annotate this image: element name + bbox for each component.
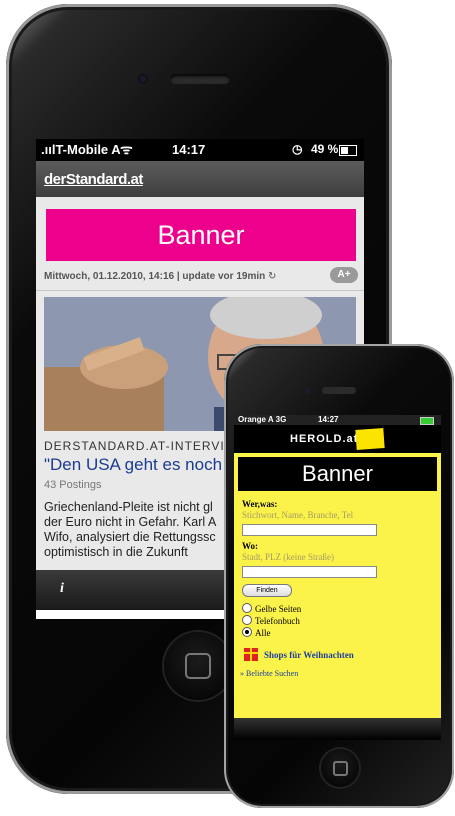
radio-option-telefonbuch[interactable]: Telefonbuch — [242, 615, 300, 626]
earpiece-speaker — [170, 74, 230, 84]
dateline: Mittwoch, 01.12.2010, 14:16 | update vor… — [44, 271, 276, 282]
what-hint: Stichwort, Name, Branche, Tel — [242, 510, 354, 520]
radio-circle-icon — [242, 603, 252, 613]
shops-link[interactable]: Shops für Weihnachten — [264, 650, 354, 660]
postings-count[interactable]: 43 Postings — [44, 479, 101, 491]
home-button[interactable] — [321, 749, 359, 787]
site-header: derStandard.at — [36, 161, 364, 197]
home-square-icon — [185, 653, 211, 679]
battery-icon — [420, 417, 434, 425]
status-bar: .ıılT-Mobile A ᯤ 14:17 ◷ 49 % — [36, 139, 364, 161]
alarm-icon: ◷ — [292, 142, 303, 156]
where-hint: Stadt, PLZ (keine Straße) — [242, 552, 334, 562]
divider — [36, 290, 364, 291]
what-input[interactable] — [242, 524, 377, 536]
battery-icon — [339, 145, 357, 156]
reload-icon[interactable]: ↻ — [268, 271, 276, 282]
page-content: Banner Wer,was: Stichwort, Name, Branche… — [234, 453, 441, 718]
clock: 14:17 — [172, 142, 206, 157]
wifi-icon: ᯤ — [120, 141, 133, 157]
what-label: Wer,was: — [242, 499, 278, 509]
clock: 14:27 — [318, 415, 339, 424]
article-title[interactable]: "Den USA geht es noch v — [44, 455, 235, 475]
find-button[interactable]: Finden — [242, 584, 292, 597]
site-logo[interactable]: derStandard.at — [44, 171, 143, 188]
radio-circle-icon — [242, 615, 252, 625]
carrier-label: .ıılT-Mobile A — [41, 142, 121, 157]
radio-selected-icon — [242, 627, 252, 637]
site-header: HEROLD.at — [234, 425, 441, 453]
herold-badge-icon — [355, 428, 385, 450]
article-kicker: DERSTANDARD.AT-INTERVIEW — [44, 439, 247, 453]
front-camera-icon — [304, 387, 311, 394]
radio-label: Alle — [255, 628, 271, 638]
screen-herold: Orange A 3G 14:27 HEROLD.at Banner Wer,w… — [234, 415, 441, 740]
radio-option-gelbe-seiten[interactable]: Gelbe Seiten — [242, 603, 301, 614]
ad-banner[interactable]: Banner — [238, 457, 437, 491]
home-button[interactable] — [164, 632, 232, 700]
carrier-label: Orange A 3G — [238, 415, 287, 424]
where-input[interactable] — [242, 566, 377, 578]
status-bar: Orange A 3G 14:27 — [234, 415, 441, 425]
radio-option-alle[interactable]: Alle — [242, 627, 271, 638]
ad-banner[interactable]: Banner — [46, 209, 356, 261]
bottom-toolbar — [234, 718, 441, 740]
info-icon[interactable]: i — [60, 581, 76, 597]
phone-small: Orange A 3G 14:27 HEROLD.at Banner Wer,w… — [224, 344, 454, 808]
earpiece-speaker — [322, 387, 356, 394]
where-label: Wo: — [242, 541, 259, 551]
radio-label: Telefonbuch — [255, 616, 300, 626]
radio-label: Gelbe Seiten — [255, 604, 302, 614]
gift-icon — [244, 648, 258, 661]
home-square-icon — [333, 761, 348, 776]
dateline-text: Mittwoch, 01.12.2010, 14:16 | update vor… — [44, 271, 266, 282]
battery-percent: 49 % — [311, 142, 339, 156]
front-camera-icon — [138, 74, 148, 84]
popular-searches-link[interactable]: » Beliebte Suchen — [240, 669, 298, 678]
font-size-button[interactable]: A+ — [330, 267, 358, 283]
site-logo[interactable]: HEROLD.at — [290, 433, 358, 445]
